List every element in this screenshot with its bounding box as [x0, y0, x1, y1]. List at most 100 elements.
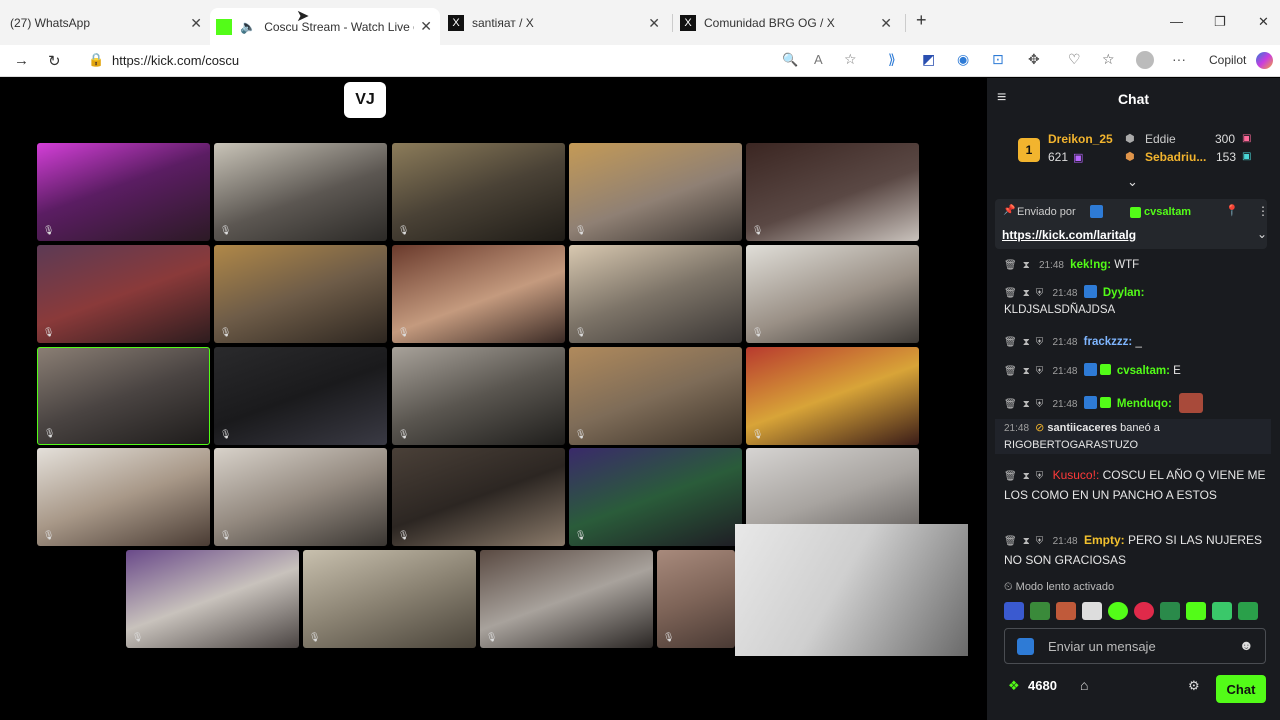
- lock-icon[interactable]: 🔒: [88, 52, 104, 68]
- ban-icon[interactable]: ⛨: [1036, 337, 1044, 348]
- performance-icon[interactable]: ♡: [1068, 51, 1081, 68]
- ban-icon[interactable]: ⛨: [1036, 536, 1044, 547]
- emote-icon[interactable]: [1004, 602, 1024, 620]
- refresh-icon[interactable]: ↻: [48, 52, 61, 70]
- pinned-link[interactable]: https://kick.com/laritalg: [1002, 228, 1136, 242]
- tab-x-comunidad[interactable]: X Comunidad BRG OG / X ✕: [680, 8, 898, 38]
- gift-icon: ▣: [1242, 151, 1252, 162]
- timeout-icon[interactable]: ⧗: [1023, 288, 1030, 299]
- chat-input-placeholder[interactable]: Enviar un mensaje: [1048, 639, 1156, 654]
- close-icon[interactable]: ✕: [880, 15, 892, 32]
- delete-icon[interactable]: 🗑: [1004, 288, 1017, 299]
- mic-icon: 🎙: [752, 429, 764, 439]
- emote-icon[interactable]: [1056, 602, 1076, 620]
- message-user[interactable]: kek!ng:: [1070, 259, 1111, 271]
- chat-input[interactable]: Enviar un mensaje ☻: [1004, 628, 1266, 664]
- video-player[interactable]: VJ 🎙 🎙 🎙 🎙 🎙 🎙 🎙 🎙 🎙 🎙 🎙 🎙 🎙 🎙 🎙 🎙 🎙 🎙 🎙…: [0, 78, 987, 720]
- delete-icon[interactable]: 🗑: [1004, 366, 1017, 377]
- ban-icon[interactable]: ⛨: [1036, 288, 1044, 299]
- extensions-puzzle-icon[interactable]: ✥: [1028, 51, 1040, 68]
- copilot-button[interactable]: Copilot: [1209, 53, 1246, 67]
- chevron-down-icon[interactable]: ⌄: [1257, 227, 1267, 241]
- delete-icon[interactable]: 🗑: [1004, 337, 1017, 348]
- zoom-icon[interactable]: 🔍: [782, 52, 798, 68]
- url-text[interactable]: https://kick.com/coscu: [112, 53, 239, 68]
- emote-icon[interactable]: [1030, 602, 1050, 620]
- message-user[interactable]: Menduqo:: [1117, 398, 1172, 410]
- tab-whatsapp[interactable]: (27) WhatsApp ✕: [10, 8, 202, 38]
- unpin-icon[interactable]: 📍: [1225, 204, 1239, 217]
- leader-name[interactable]: Dreikon_25: [1048, 132, 1113, 146]
- message-user[interactable]: cvsaltam:: [1117, 365, 1170, 377]
- more-options-icon[interactable]: ⋮: [1257, 204, 1269, 218]
- settings-gear-icon[interactable]: ⚙: [1188, 678, 1200, 694]
- emoji-icon[interactable]: ☻: [1239, 637, 1254, 653]
- mic-icon: 🎙: [398, 530, 410, 540]
- speaker-icon[interactable]: 🔈: [240, 19, 256, 35]
- message-text: KLDJSALSDÑAJDSA: [1004, 304, 1116, 316]
- minimize-icon[interactable]: —: [1170, 14, 1183, 29]
- emote-icon[interactable]: [1212, 602, 1232, 620]
- video-cell: 🎙: [37, 448, 210, 546]
- screenshot-icon[interactable]: ⊡: [992, 51, 1004, 68]
- read-aloud-icon[interactable]: A: [814, 52, 823, 67]
- timeout-icon[interactable]: ⧗: [1023, 471, 1030, 482]
- ban-icon[interactable]: ⛨: [1036, 471, 1044, 482]
- mic-icon: 🎙: [220, 225, 232, 235]
- chat-panel: ≡ Chat 1 Dreikon_25 621 ▣ ⬢ Eddie 300 ▣ …: [987, 78, 1280, 720]
- streamer-webcam: [735, 524, 968, 656]
- more-menu-icon[interactable]: ···: [1172, 51, 1186, 67]
- favorites-icon[interactable]: ☆: [1102, 51, 1115, 68]
- forward-icon[interactable]: →: [14, 52, 29, 69]
- extension-icon[interactable]: ◉: [957, 51, 969, 68]
- emote-icon[interactable]: [1238, 602, 1258, 620]
- emote-icon[interactable]: [1186, 602, 1206, 620]
- pinned-user[interactable]: cvsaltam: [1144, 206, 1191, 218]
- timeout-icon[interactable]: ⧗: [1023, 536, 1030, 547]
- ban-icon[interactable]: ⛨: [1036, 399, 1044, 410]
- message-user[interactable]: Empty:: [1084, 533, 1125, 547]
- gift-icon[interactable]: ⌂: [1080, 677, 1088, 693]
- close-icon[interactable]: ✕: [648, 15, 660, 32]
- video-cell: 🎙: [126, 550, 299, 648]
- message-user[interactable]: santiicaceres: [1047, 422, 1117, 434]
- timeout-icon[interactable]: ⧗: [1023, 260, 1030, 271]
- message-user[interactable]: Kusuco!:: [1053, 468, 1100, 482]
- extension-icon[interactable]: ◩: [922, 51, 935, 68]
- timeout-icon[interactable]: ⧗: [1023, 366, 1030, 377]
- channel-points[interactable]: 4680: [1028, 678, 1057, 693]
- tab-x-santi[interactable]: X santiяат / X ✕: [448, 8, 666, 38]
- video-cell: 🎙: [569, 143, 742, 241]
- extension-icon[interactable]: ⟫: [888, 51, 896, 68]
- message-user[interactable]: frackzzz:: [1084, 336, 1133, 348]
- leader-name[interactable]: Sebadriu...: [1145, 150, 1206, 164]
- delete-icon[interactable]: 🗑: [1004, 260, 1017, 271]
- tab-kick-coscu[interactable]: 🔈 Coscu Stream - Watch Live o ✕: [210, 8, 440, 45]
- copilot-icon[interactable]: [1256, 52, 1273, 69]
- profile-avatar[interactable]: [1136, 51, 1154, 69]
- maximize-icon[interactable]: ❐: [1214, 14, 1226, 30]
- expand-leaderboard-icon[interactable]: ⌄: [1127, 174, 1138, 190]
- tab-title: Comunidad BRG OG / X: [704, 16, 835, 30]
- message-user[interactable]: Dyylan:: [1103, 287, 1145, 299]
- tab-title: (27) WhatsApp: [10, 16, 91, 30]
- delete-icon[interactable]: 🗑: [1004, 536, 1017, 547]
- emote-icon[interactable]: [1108, 602, 1128, 620]
- emote-icon[interactable]: [1082, 602, 1102, 620]
- send-chat-button[interactable]: Chat: [1216, 675, 1266, 703]
- close-icon[interactable]: ✕: [420, 18, 432, 35]
- timeout-icon[interactable]: ⧗: [1023, 337, 1030, 348]
- emote-icon[interactable]: [1160, 602, 1180, 620]
- close-window-icon[interactable]: ✕: [1258, 14, 1269, 30]
- favorite-star-icon[interactable]: ☆: [844, 51, 857, 68]
- leader-name[interactable]: Eddie: [1145, 132, 1176, 146]
- ban-icon[interactable]: ⛨: [1036, 366, 1044, 377]
- delete-icon[interactable]: 🗑: [1004, 399, 1017, 410]
- timeout-icon[interactable]: ⧗: [1023, 399, 1030, 410]
- new-tab-button[interactable]: +: [916, 10, 927, 31]
- close-icon[interactable]: ✕: [190, 15, 202, 32]
- mic-icon: 🎙: [752, 225, 764, 235]
- url-box[interactable]: 🔒 https://kick.com/coscu 🔍 A ☆: [80, 49, 870, 73]
- delete-icon[interactable]: 🗑: [1004, 471, 1017, 482]
- emote-icon[interactable]: [1134, 602, 1154, 620]
